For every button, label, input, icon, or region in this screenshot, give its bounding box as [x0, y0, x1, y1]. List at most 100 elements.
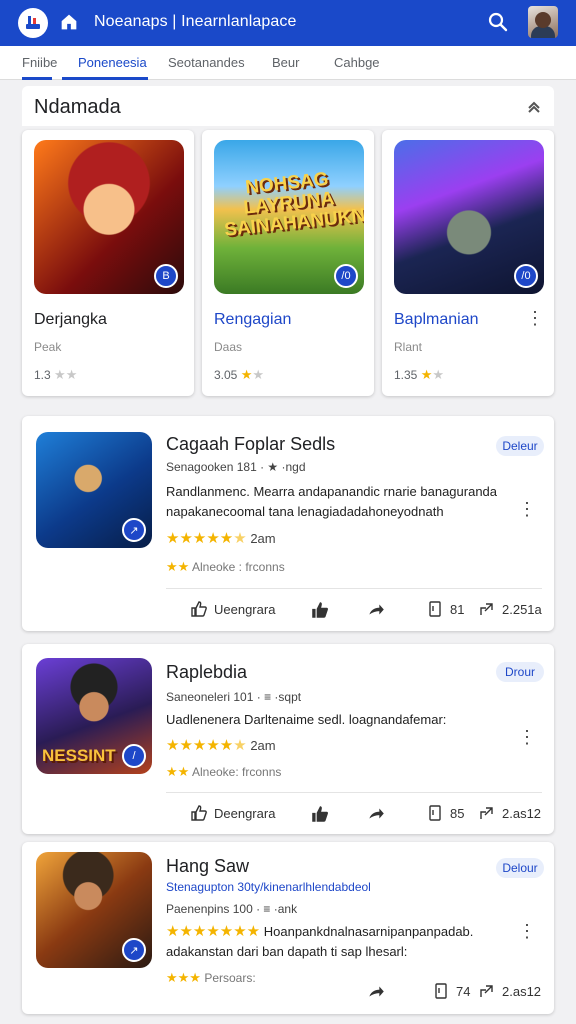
tab-4[interactable]: Beur — [272, 55, 299, 70]
tab-1[interactable]: Fniibe — [22, 55, 57, 70]
tab-5[interactable]: Cahbge — [334, 55, 380, 70]
game-title: Hang Saw — [166, 856, 250, 876]
game-meta: Saneoneleri 101 · ≡ ·sqpt — [166, 690, 302, 704]
status-badge[interactable]: Delour — [496, 858, 544, 878]
play-badge-icon: ↗ — [122, 518, 146, 542]
star-icon: ★★ — [166, 764, 190, 779]
star-icon: ★ — [252, 367, 265, 382]
like-label: Deengrara — [214, 805, 276, 821]
app-title: Noeanaps | Inearnlanlapace — [94, 13, 297, 30]
status-badge[interactable]: Drour — [496, 662, 544, 682]
tab-indicator-secondary — [22, 77, 52, 80]
star-rating: ★★★★★★ 2am — [166, 530, 276, 547]
share-button[interactable]: 2.251a — [478, 600, 542, 618]
play-badge-icon: ↗ — [122, 938, 146, 962]
game-thumbnail: NOHSAG LAYRUNA SAINAHANUKN /0 — [214, 140, 364, 294]
secondary-rating: ★★ Alneoke : frconns — [166, 559, 285, 574]
game-name: Rengagian — [214, 311, 292, 328]
section-header: Ndamada — [22, 86, 554, 126]
share-arrow-icon[interactable] — [366, 600, 386, 620]
gamepad-logo-icon[interactable] — [18, 8, 48, 38]
game-thumbnail: ↗ — [36, 852, 152, 968]
game-list-item[interactable]: NESSINT / Raplebdia Drour Saneoneleri 10… — [22, 644, 554, 834]
comment-count: 85 — [450, 805, 465, 821]
comments-button[interactable]: 81 — [426, 600, 464, 618]
comments-button[interactable]: 74 — [432, 982, 470, 1000]
star-icon: ★ — [54, 367, 66, 382]
star-icon: ★★ — [166, 559, 190, 574]
featured-game-card[interactable]: NOHSAG LAYRUNA SAINAHANUKN /0 Rengagian … — [202, 130, 374, 396]
game-rating: 3.05 ★★ — [214, 367, 265, 382]
developer-link[interactable]: Stenagupton 30ty/kinenarlhlendabdeol — [166, 880, 371, 894]
game-name: Derjangka — [34, 311, 107, 328]
game-category: Daas — [214, 340, 243, 354]
comment-count: 74 — [456, 983, 471, 999]
game-description: Uadlenenera Darltenaime sedl. loagnandaf… — [166, 712, 447, 727]
game-title: Raplebdia — [166, 662, 248, 682]
share-count: 2.as12 — [502, 983, 542, 999]
star-icon: ★ — [65, 367, 78, 382]
section-title: Ndamada — [34, 96, 121, 118]
game-category: Peak — [34, 340, 62, 354]
star-half-icon: ★ — [233, 737, 247, 754]
star-icon: ★★★★★ — [166, 737, 234, 754]
like-label: Ueengrara — [214, 601, 276, 617]
share-icon — [480, 985, 493, 997]
tab-2[interactable]: Poneneesia — [78, 55, 147, 70]
divider — [166, 588, 542, 589]
share-count: 2.as12 — [502, 805, 542, 821]
home-icon[interactable] — [58, 11, 80, 33]
game-list-item[interactable]: ↗ Hang Saw Delour Stenagupton 30ty/kinen… — [22, 842, 554, 1014]
comments-button[interactable]: 85 — [426, 804, 464, 822]
play-badge-icon: /0 — [514, 264, 538, 288]
status-badge[interactable]: Deleur — [496, 436, 544, 456]
game-rating: 1.3 ★★ — [34, 367, 78, 382]
comment-count: 81 — [450, 601, 465, 617]
like-button[interactable]: Ueengrara — [190, 600, 275, 618]
star-icon: ★★★★★★★ — [166, 923, 261, 940]
play-badge-icon: /0 — [334, 264, 358, 288]
more-vert-icon[interactable]: ⋮ — [526, 309, 544, 327]
share-count: 2.251a — [502, 601, 542, 617]
game-thumbnail: ↗ — [36, 432, 152, 548]
star-rating: ★★★★★★ 2am — [166, 737, 276, 754]
star-icon: ★ — [240, 367, 253, 382]
game-list-item[interactable]: ↗ Cagaah Foplar Sedls Deleur Senagooken … — [22, 416, 554, 631]
user-avatar[interactable] — [528, 6, 558, 38]
secondary-rating: ★★★ Persoars: — [166, 970, 256, 985]
bookmark-icon — [435, 983, 447, 999]
featured-game-card[interactable]: /0 Baplmanian ⋮ Rlant 1.35 ★★ — [382, 130, 554, 396]
game-banner-text: NOHSAG LAYRUNA SAINAHANUKN — [223, 168, 364, 241]
share-arrow-icon[interactable] — [366, 804, 386, 824]
share-icon — [480, 807, 493, 819]
game-banner-text: NESSINT — [42, 746, 116, 765]
featured-game-card[interactable]: B Derjangka Peak 1.3 ★★ — [22, 130, 194, 396]
star-icon: ★ — [432, 367, 445, 382]
game-rating: 1.35 ★★ — [394, 367, 445, 382]
game-title: Cagaah Foplar Sedls — [166, 434, 336, 454]
more-vert-icon[interactable]: ⋮ — [518, 728, 536, 746]
game-name: Baplmanian — [394, 311, 479, 328]
thumb-up-outline-icon — [191, 601, 207, 617]
tab-3[interactable]: Seotanandes — [168, 55, 245, 70]
star-icon: ★ — [420, 367, 433, 382]
bookmark-icon — [429, 805, 441, 821]
share-button[interactable]: 2.as12 — [478, 804, 541, 822]
share-button[interactable]: 2.as12 — [478, 982, 541, 1000]
game-thumbnail: NESSINT / — [36, 658, 152, 774]
like-button[interactable]: Deengrara — [190, 804, 275, 822]
star-icon: ★★★★★ — [166, 530, 234, 547]
game-thumbnail: B — [34, 140, 184, 294]
share-arrow-icon[interactable] — [366, 982, 386, 1002]
more-vert-icon[interactable]: ⋮ — [518, 500, 536, 518]
chevron-up-icon[interactable] — [526, 98, 542, 114]
play-badge-icon: B — [154, 264, 178, 288]
thumb-up-icon[interactable] — [310, 804, 330, 824]
bookmark-icon — [429, 601, 441, 617]
game-meta: Paenenpins 100 · ≡ ·ank — [166, 902, 298, 916]
thumb-up-outline-icon — [191, 805, 207, 821]
top-app-bar: Noeanaps | Inearnlanlapace — [0, 0, 576, 46]
thumb-up-icon[interactable] — [310, 600, 330, 620]
search-icon[interactable] — [486, 10, 510, 34]
more-vert-icon[interactable]: ⋮ — [518, 922, 536, 940]
